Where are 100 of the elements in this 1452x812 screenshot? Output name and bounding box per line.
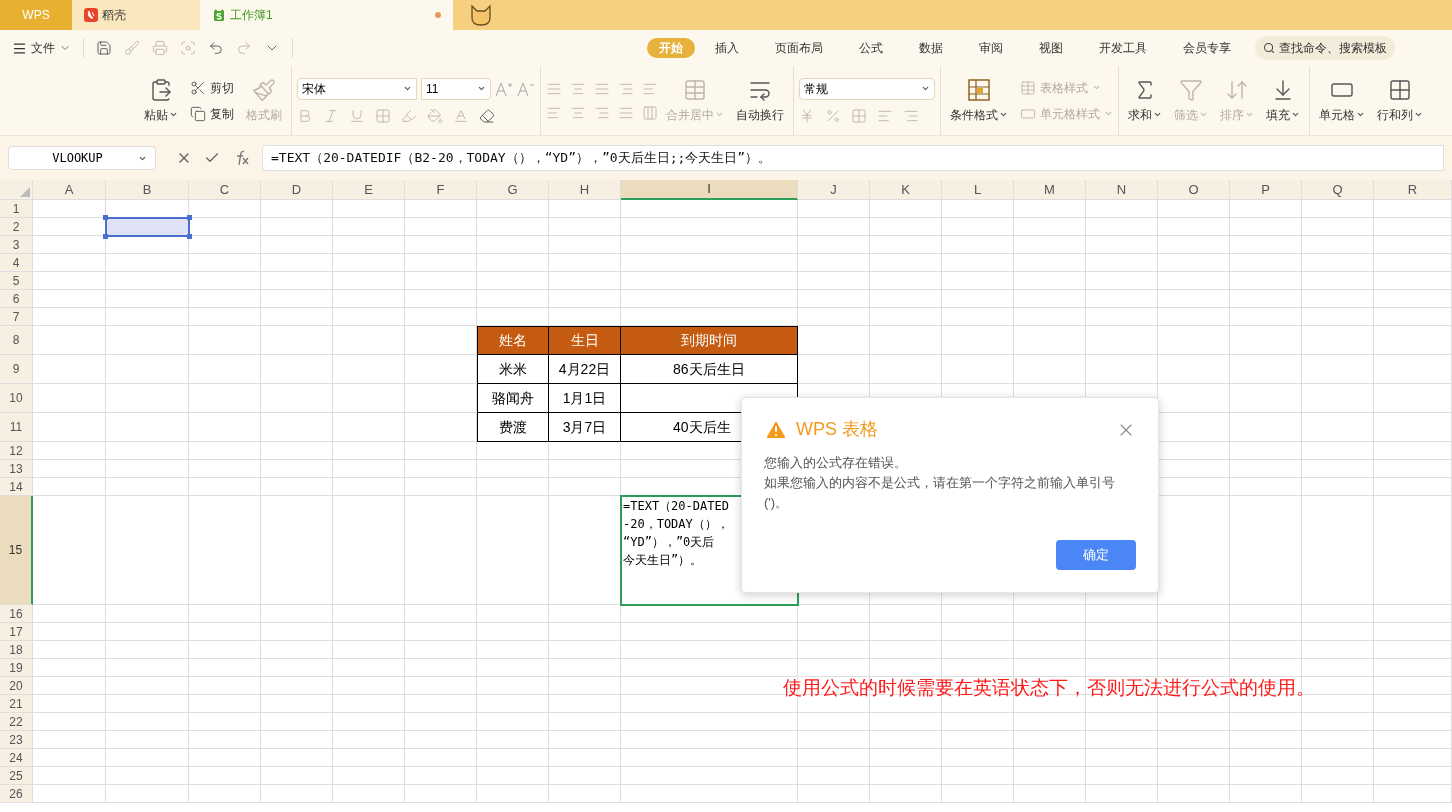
- row-header[interactable]: 22: [0, 713, 33, 731]
- row-header[interactable]: 26: [0, 785, 33, 803]
- ribbon-tab[interactable]: 页面布局: [763, 38, 835, 58]
- ribbon-button[interactable]: 复制: [190, 104, 234, 123]
- highlight-icon[interactable]: [401, 107, 417, 124]
- borders-icon[interactable]: [375, 107, 391, 124]
- select-all-icon[interactable]: [20, 187, 30, 197]
- currency-icon[interactable]: [799, 107, 815, 124]
- distribute-icon[interactable]: [642, 104, 658, 121]
- ribbon-tab[interactable]: 视图: [1027, 38, 1075, 58]
- file-menu[interactable]: 文件: [12, 39, 71, 57]
- window-tab[interactable]: 稻壳: [72, 0, 200, 30]
- row-header[interactable]: 14: [0, 478, 33, 496]
- bold-icon[interactable]: [297, 107, 313, 124]
- rows-columns-icon[interactable]: [1388, 77, 1412, 102]
- row-header[interactable]: 10: [0, 384, 33, 413]
- fill-color-icon[interactable]: [427, 107, 443, 124]
- grow-font-icon[interactable]: [495, 80, 513, 97]
- redo-icon[interactable]: [236, 40, 252, 56]
- cat-mascot-icon[interactable]: [469, 4, 493, 26]
- print-icon[interactable]: [152, 40, 168, 56]
- ribbon-button[interactable]: 粘贴: [140, 77, 182, 124]
- row-header[interactable]: 9: [0, 355, 33, 384]
- percent-icon[interactable]: [825, 107, 841, 124]
- italic-icon[interactable]: [323, 107, 339, 124]
- font-select[interactable]: 宋体: [297, 77, 417, 100]
- search-field[interactable]: 查找命令、搜索模板: [1255, 36, 1395, 60]
- row-header[interactable]: 6: [0, 290, 33, 308]
- row-header[interactable]: 8: [0, 326, 33, 355]
- selected-range[interactable]: [105, 217, 190, 237]
- column-header[interactable]: O: [1158, 180, 1230, 200]
- formula-field[interactable]: =TEXT（20-DATEDIF（B2-20，TODAY（），“YD”），”0天后生日;;今天生日”）。: [262, 145, 1444, 171]
- ribbon-button[interactable]: 自动换行: [732, 77, 788, 124]
- ribbon-tab[interactable]: 插入: [703, 38, 751, 58]
- column-header[interactable]: Q: [1302, 180, 1374, 200]
- column-header[interactable]: P: [1230, 180, 1302, 200]
- ribbon-tab[interactable]: 会员专享: [1171, 38, 1243, 58]
- row-header[interactable]: 21: [0, 695, 33, 713]
- column-header[interactable]: A: [33, 180, 106, 200]
- ribbon-tab[interactable]: 审阅: [967, 38, 1015, 58]
- row-header[interactable]: 11: [0, 413, 33, 442]
- row-header[interactable]: 4: [0, 254, 33, 272]
- ribbon-tab[interactable]: 公式: [847, 38, 895, 58]
- copy-icon[interactable]: [190, 105, 206, 122]
- undo-icon[interactable]: [208, 40, 224, 56]
- row-header[interactable]: 17: [0, 623, 33, 641]
- column-header[interactable]: M: [1014, 180, 1086, 200]
- row-header[interactable]: 13: [0, 460, 33, 478]
- column-header[interactable]: R: [1374, 180, 1452, 200]
- row-header[interactable]: 12: [0, 442, 33, 460]
- row-header[interactable]: 20: [0, 677, 33, 695]
- ribbon-button[interactable]: 求和: [1124, 77, 1166, 124]
- print-preview-icon[interactable]: [180, 40, 196, 56]
- column-header[interactable]: N: [1086, 180, 1158, 200]
- ribbon-tab[interactable]: 数据: [907, 38, 955, 58]
- column-header[interactable]: F: [405, 180, 477, 200]
- shrink-font-icon[interactable]: [517, 80, 535, 97]
- ribbon-tab[interactable]: 开发工具: [1087, 38, 1159, 58]
- row-header[interactable]: 2: [0, 218, 33, 236]
- row-header[interactable]: 15: [0, 496, 33, 605]
- row-header[interactable]: 23: [0, 731, 33, 749]
- row-header[interactable]: 19: [0, 659, 33, 677]
- window-tab[interactable]: 工作簿1: [200, 0, 453, 30]
- row-header[interactable]: 3: [0, 236, 33, 254]
- paste-icon[interactable]: [149, 77, 173, 102]
- ribbon-button[interactable]: 剪切: [190, 78, 234, 97]
- ribbon-button[interactable]: 填充: [1262, 77, 1304, 124]
- number-format-select[interactable]: 常规: [799, 77, 935, 100]
- scissors-icon[interactable]: [190, 79, 206, 96]
- font-size-select[interactable]: 11: [421, 77, 491, 100]
- row-header[interactable]: 25: [0, 767, 33, 785]
- conditional-format-icon[interactable]: [967, 77, 991, 102]
- column-header[interactable]: J: [798, 180, 870, 200]
- column-header[interactable]: H: [549, 180, 621, 200]
- ribbon-button[interactable]: 条件格式: [946, 77, 1012, 124]
- underline-icon[interactable]: [349, 107, 365, 124]
- ok-button[interactable]: 确定: [1056, 540, 1136, 570]
- column-header[interactable]: B: [106, 180, 189, 200]
- ribbon-button[interactable]: 行和列: [1373, 77, 1427, 124]
- eraser-icon[interactable]: [479, 107, 495, 124]
- column-header[interactable]: L: [942, 180, 1014, 200]
- name-box[interactable]: VLOOKUP: [8, 146, 156, 170]
- row-header[interactable]: 5: [0, 272, 33, 290]
- row-header[interactable]: 7: [0, 308, 33, 326]
- column-header[interactable]: E: [333, 180, 405, 200]
- column-header[interactable]: C: [189, 180, 261, 200]
- font-color-icon[interactable]: [453, 107, 469, 124]
- formula-line: 今天生日”）。: [623, 552, 703, 569]
- ribbon-button[interactable]: 单元格: [1315, 77, 1369, 124]
- row-header[interactable]: 18: [0, 641, 33, 659]
- row-header[interactable]: 16: [0, 605, 33, 623]
- column-header[interactable]: D: [261, 180, 333, 200]
- row-header[interactable]: 1: [0, 200, 33, 218]
- column-header[interactable]: G: [477, 180, 549, 200]
- column-header[interactable]: K: [870, 180, 942, 200]
- row-header[interactable]: 24: [0, 749, 33, 767]
- save-icon[interactable]: [96, 40, 112, 56]
- caret-icon: [1414, 110, 1423, 119]
- column-header[interactable]: I: [621, 180, 798, 200]
- brush-icon[interactable]: [124, 40, 140, 56]
